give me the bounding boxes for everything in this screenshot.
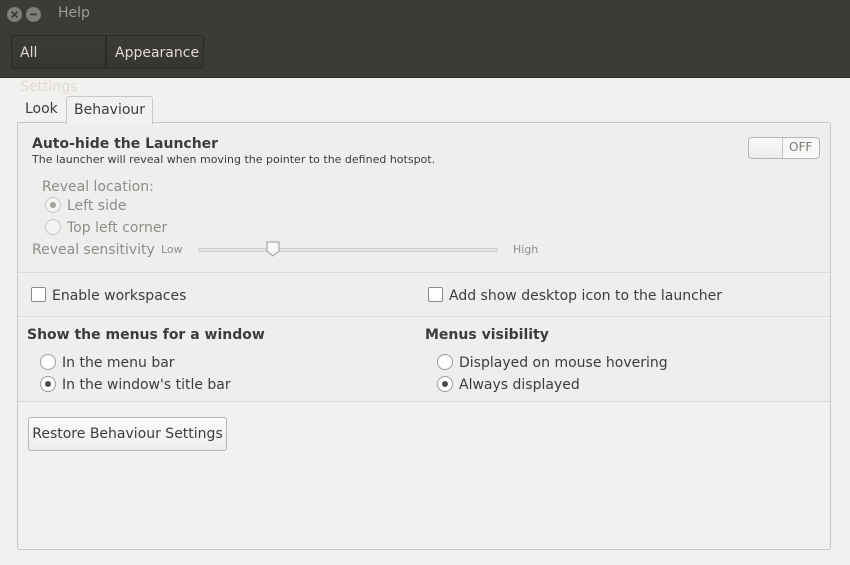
autohide-section: Auto-hide the Launcher The launcher will…	[18, 123, 830, 273]
radio-icon	[437, 376, 453, 392]
menus-visibility-title: Menus visibility	[425, 327, 549, 343]
radio-icon	[45, 197, 61, 213]
reveal-location-label: Reveal location:	[42, 179, 154, 195]
radio-always-displayed[interactable]: Always displayed	[437, 376, 580, 394]
radio-label: Left side	[67, 198, 127, 214]
checkbox-icon	[31, 287, 46, 302]
show-menus-title: Show the menus for a window	[27, 327, 265, 343]
enable-workspaces-checkbox[interactable]: Enable workspaces	[31, 287, 186, 305]
window-title: Help	[58, 5, 90, 21]
menus-section: Show the menus for a window In the menu …	[18, 318, 830, 402]
sensitivity-slider-track[interactable]	[198, 248, 498, 252]
autohide-description: The launcher will reveal when moving the…	[32, 153, 436, 166]
reveal-sensitivity-label: Reveal sensitivity	[32, 242, 155, 258]
all-settings-button[interactable]: All Settings	[11, 35, 106, 95]
show-desktop-icon-checkbox[interactable]: Add show desktop icon to the launcher	[428, 287, 722, 305]
minimize-icon[interactable]	[26, 7, 41, 22]
appearance-button[interactable]: Appearance	[106, 35, 204, 69]
radio-top-left-corner[interactable]: Top left corner	[45, 219, 167, 237]
radio-label: Always displayed	[459, 377, 580, 393]
tab-behaviour[interactable]: Behaviour	[66, 96, 153, 124]
autohide-toggle[interactable]: OFF	[748, 137, 820, 159]
radio-in-menu-bar[interactable]: In the menu bar	[40, 354, 175, 372]
tab-panel: Auto-hide the Launcher The launcher will…	[17, 122, 831, 550]
radio-label: Top left corner	[67, 220, 168, 236]
autohide-title: Auto-hide the Launcher	[32, 136, 219, 152]
radio-icon	[437, 354, 453, 370]
radio-label: Displayed on mouse hovering	[459, 355, 668, 371]
slider-high-label: High	[513, 243, 539, 256]
radio-icon	[45, 219, 61, 235]
workspaces-section: Enable workspaces Add show desktop icon …	[18, 274, 830, 317]
radio-in-title-bar[interactable]: In the window's title bar	[40, 376, 231, 394]
close-icon[interactable]	[7, 7, 22, 22]
radio-mouse-hovering[interactable]: Displayed on mouse hovering	[437, 354, 668, 372]
restore-behaviour-button[interactable]: Restore Behaviour Settings	[28, 417, 227, 451]
toggle-state: OFF	[789, 140, 813, 154]
checkbox-label: Add show desktop icon to the launcher	[449, 288, 723, 304]
checkbox-icon	[428, 287, 443, 302]
toggle-knob	[749, 138, 783, 158]
toolbar: All Settings Appearance	[0, 30, 850, 95]
radio-icon	[40, 376, 56, 392]
tab-look[interactable]: Look	[17, 96, 66, 123]
checkbox-label: Enable workspaces	[52, 288, 187, 304]
radio-icon	[40, 354, 56, 370]
sensitivity-slider-thumb[interactable]	[266, 241, 280, 257]
title-bar: Help	[0, 0, 850, 30]
radio-label: In the menu bar	[62, 355, 175, 371]
slider-low-label: Low	[161, 243, 183, 256]
radio-left-side[interactable]: Left side	[45, 197, 126, 215]
radio-label: In the window's title bar	[62, 377, 231, 393]
